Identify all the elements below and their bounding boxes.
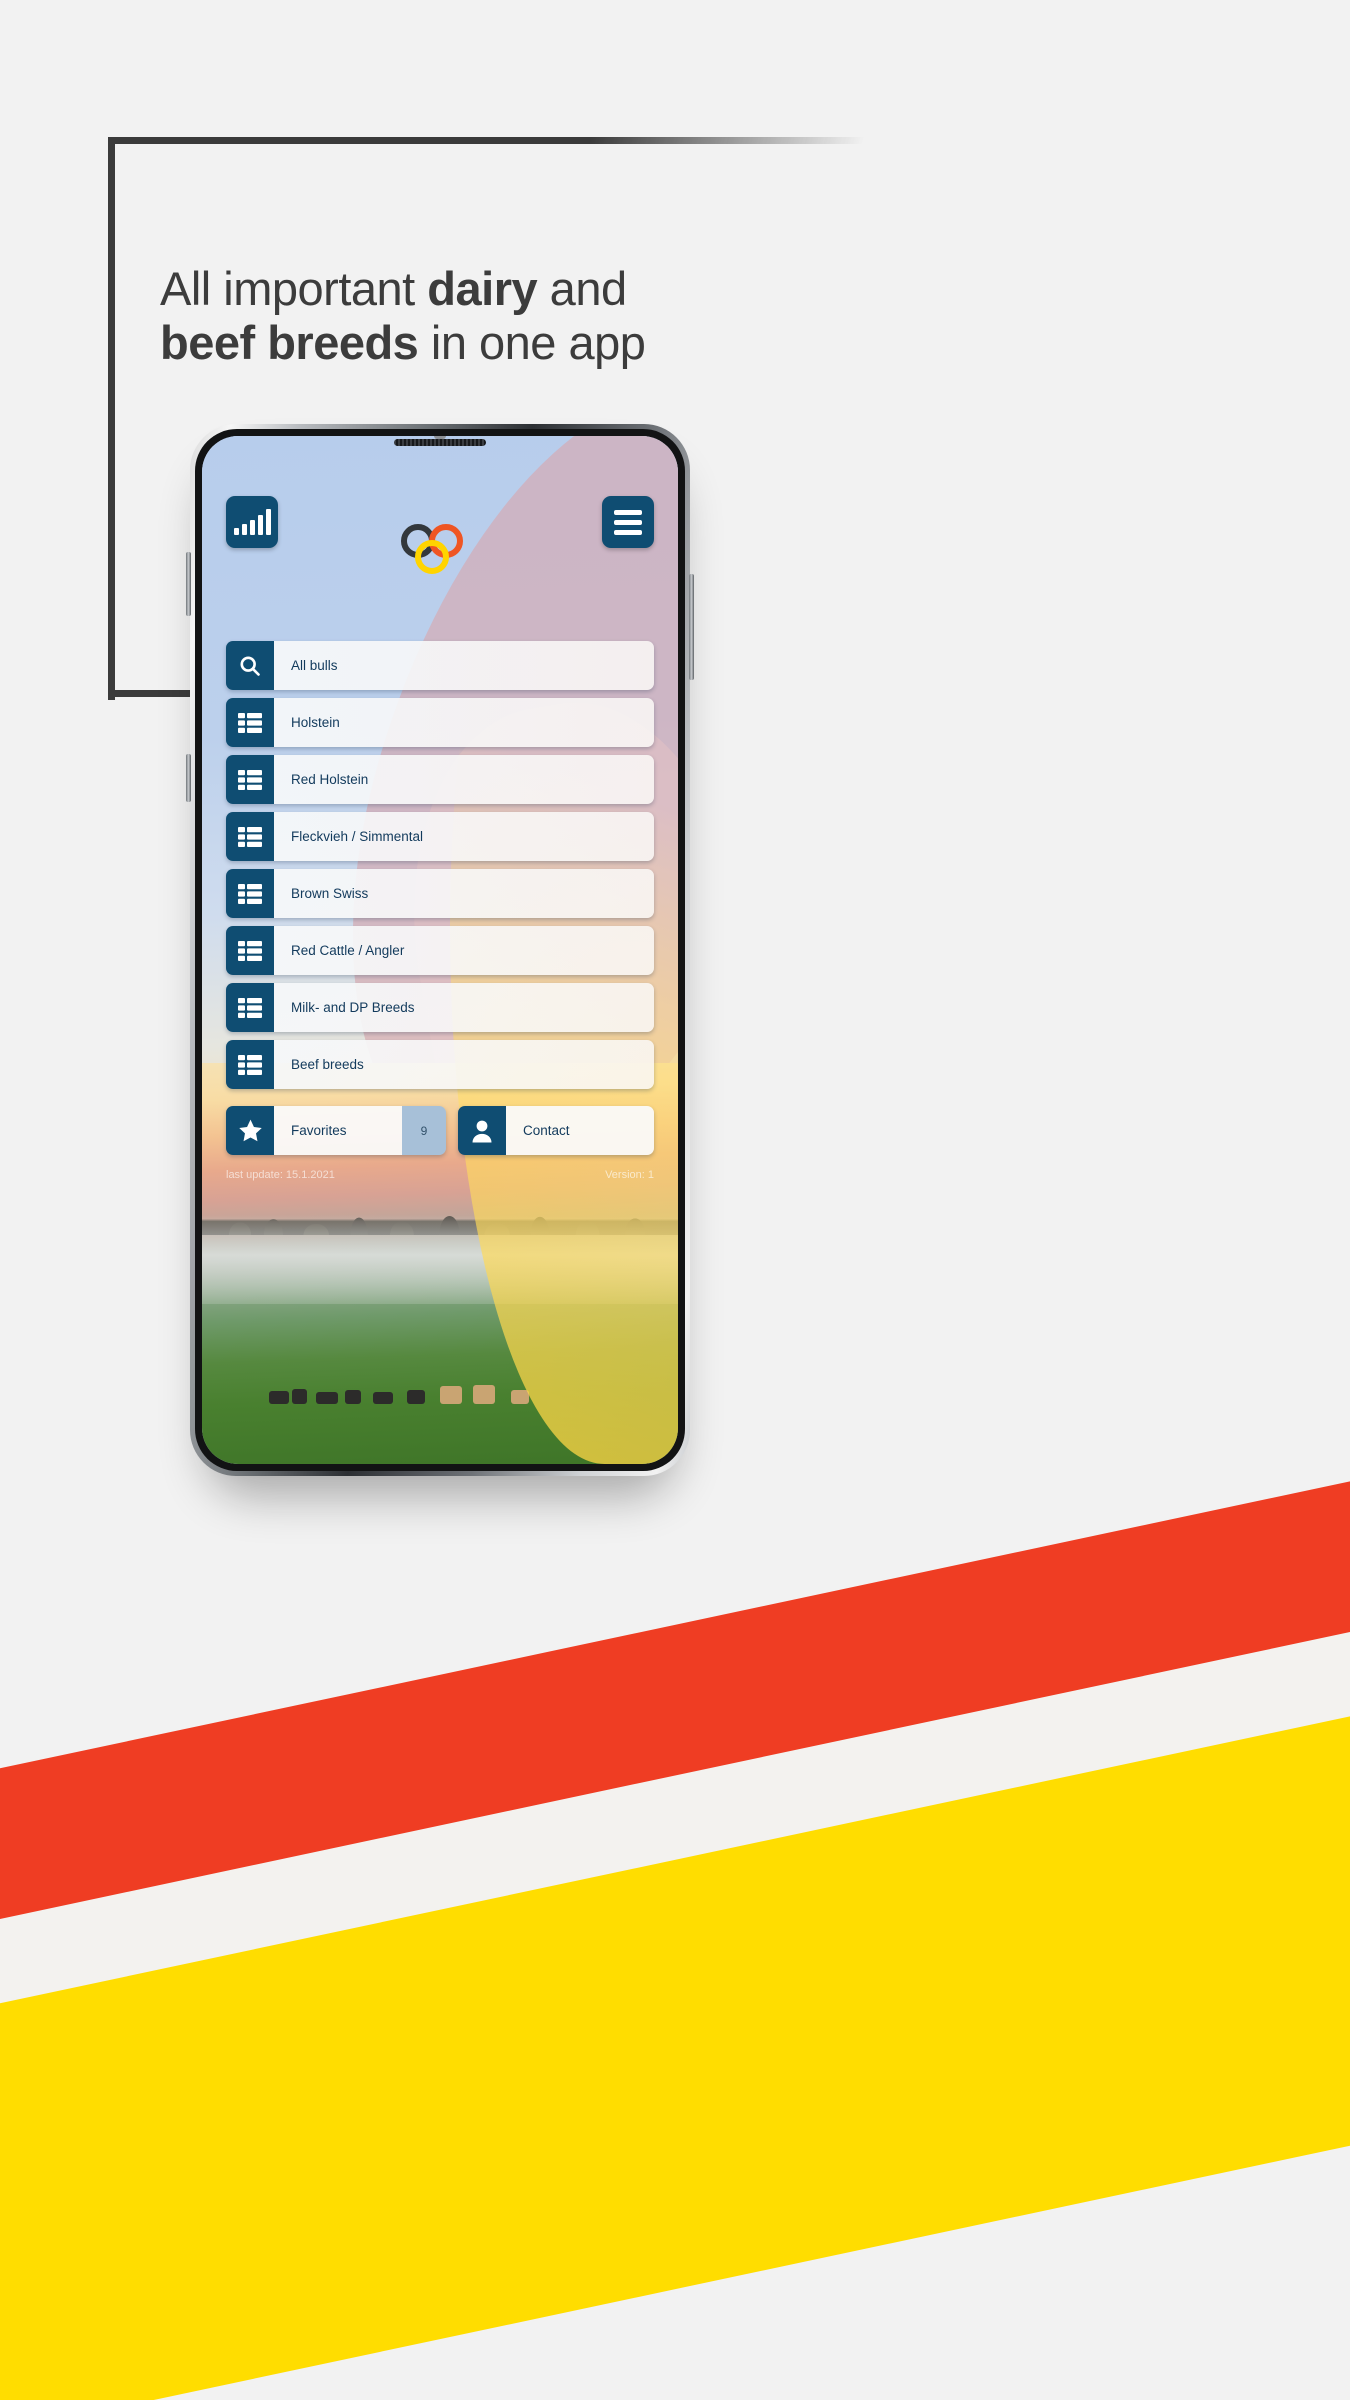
menu-item-red-cattle-angler[interactable]: Red Cattle / Angler: [226, 926, 654, 975]
search-icon: [226, 641, 274, 690]
phone-frame: All bulls Holstein Red Holstein Fleckvie…: [190, 424, 690, 1476]
hamburger-menu-icon: [614, 509, 642, 535]
breed-menu-list: All bulls Holstein Red Holstein Fleckvie…: [226, 641, 654, 1097]
favorites-button[interactable]: Favorites 9: [226, 1106, 446, 1155]
page-title: All important dairy and beef breeds in o…: [160, 262, 920, 370]
list-icon: [226, 755, 274, 804]
list-icon: [226, 983, 274, 1032]
menu-item-label: Brown Swiss: [274, 869, 654, 918]
contact-button[interactable]: Contact: [458, 1106, 654, 1155]
last-update-text: last update: 15.1.2021: [226, 1169, 335, 1181]
menu-button[interactable]: [602, 496, 654, 548]
app-viewport: All bulls Holstein Red Holstein Fleckvie…: [202, 436, 678, 1464]
person-icon: [458, 1106, 506, 1155]
menu-item-fleckvieh-simmental[interactable]: Fleckvieh / Simmental: [226, 812, 654, 861]
list-icon: [226, 869, 274, 918]
app-bottom-actions: Favorites 9 Contact: [226, 1106, 654, 1155]
headline-line2-a: beef breeds: [160, 316, 419, 369]
phone-bezel: All bulls Holstein Red Holstein Fleckvie…: [195, 429, 685, 1471]
list-icon: [226, 698, 274, 747]
list-icon: [226, 812, 274, 861]
headline-line2-b: in one app: [418, 316, 646, 369]
phone-button-power[interactable]: [689, 574, 694, 680]
app-footer: last update: 15.1.2021 Version: 1: [226, 1169, 654, 1181]
menu-item-label: Red Holstein: [274, 755, 654, 804]
menu-item-holstein[interactable]: Holstein: [226, 698, 654, 747]
star-icon: [226, 1106, 274, 1155]
statistics-button[interactable]: [226, 496, 278, 548]
favorites-label: Favorites: [274, 1106, 402, 1155]
headline-line1-c: and: [537, 262, 627, 315]
phone-button-volume-up[interactable]: [186, 552, 191, 616]
menu-item-label: Holstein: [274, 698, 654, 747]
logo-ring-yellow: [415, 540, 449, 574]
phone-button-volume-down[interactable]: [186, 754, 191, 802]
menu-item-label: Beef breeds: [274, 1040, 654, 1089]
list-icon: [226, 926, 274, 975]
menu-item-milk-and-dp-breeds[interactable]: Milk- and DP Breeds: [226, 983, 654, 1032]
menu-item-label: Red Cattle / Angler: [274, 926, 654, 975]
headline-line1-b: dairy: [427, 262, 538, 315]
bar-chart-icon: [233, 509, 271, 535]
app-logo: [401, 524, 479, 576]
list-icon: [226, 1040, 274, 1089]
version-text: Version: 1: [605, 1169, 654, 1181]
menu-item-all-bulls[interactable]: All bulls: [226, 641, 654, 690]
menu-item-brown-swiss[interactable]: Brown Swiss: [226, 869, 654, 918]
menu-item-label: All bulls: [274, 641, 654, 690]
menu-item-beef-breeds[interactable]: Beef breeds: [226, 1040, 654, 1089]
menu-item-label: Fleckvieh / Simmental: [274, 812, 654, 861]
phone-sensor: [434, 436, 446, 439]
phone-screen: All bulls Holstein Red Holstein Fleckvie…: [202, 436, 678, 1464]
menu-item-red-holstein[interactable]: Red Holstein: [226, 755, 654, 804]
favorites-count-badge: 9: [402, 1106, 446, 1155]
menu-item-label: Milk- and DP Breeds: [274, 983, 654, 1032]
phone-mockup: All bulls Holstein Red Holstein Fleckvie…: [186, 424, 694, 1476]
contact-label: Contact: [506, 1106, 654, 1155]
phone-earpiece: [394, 439, 486, 446]
headline-line1-a: All important: [160, 262, 428, 315]
